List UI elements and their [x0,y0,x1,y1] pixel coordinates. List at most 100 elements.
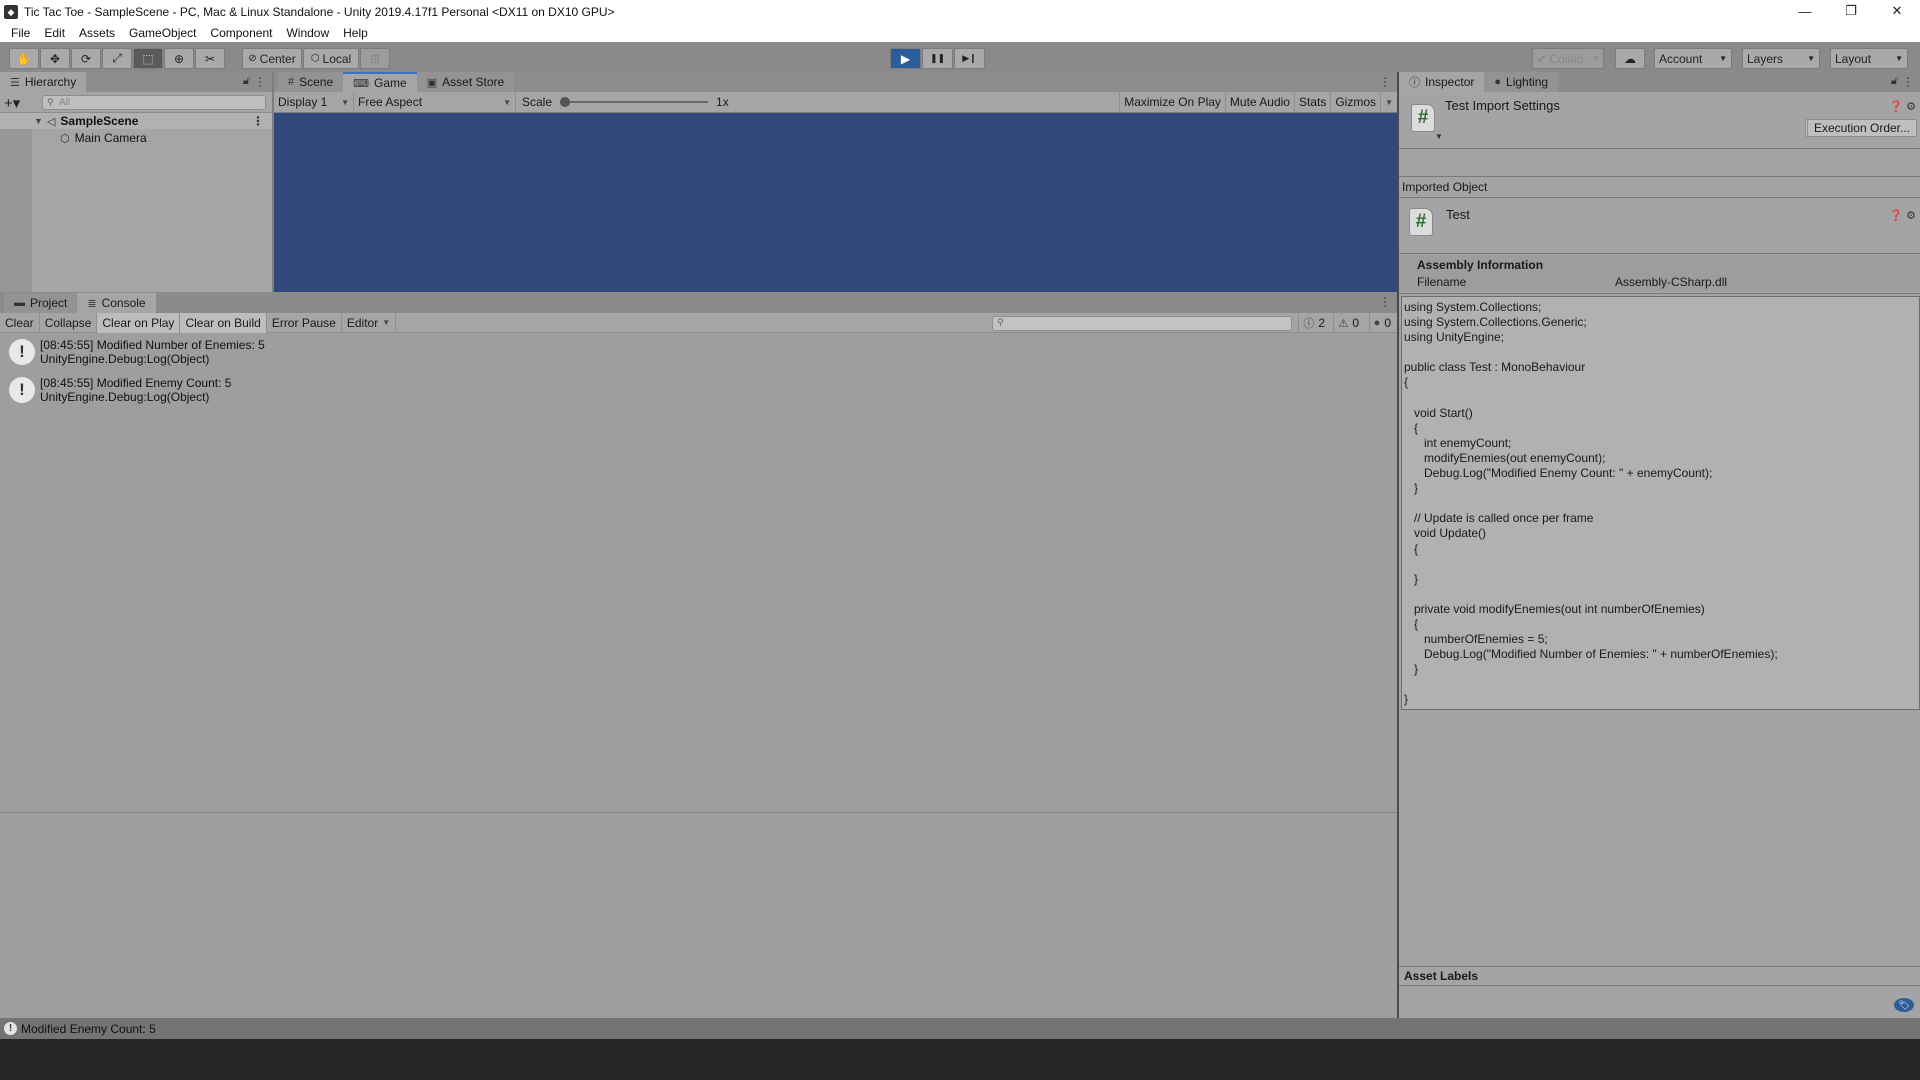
menu-help[interactable]: Help [336,26,375,40]
clear-on-build-toggle[interactable]: Clear on Build [180,312,267,333]
tab-console[interactable]: ≣ Console [77,293,156,313]
filename-value: Assembly-CSharp.dll [1615,275,1728,289]
chevron-down-icon: ▼ [503,97,511,107]
hierarchy-search-input[interactable]: ⚲ All [42,95,266,110]
status-bar[interactable]: ! Modified Enemy Count: 5 [0,1018,1920,1039]
cloud-button[interactable]: ☁ [1615,48,1645,69]
scale-tool-icon[interactable]: ⤢ [102,48,132,69]
kebab-menu-icon[interactable]: ⋮ [254,75,266,89]
transform-tool-icon[interactable]: ⊕ [164,48,194,69]
menu-window[interactable]: Window [279,26,336,40]
kebab-menu-icon[interactable]: ⋮ [252,114,264,128]
chevron-down-icon: ▼ [382,318,391,327]
hierarchy-panel: ☰ Hierarchy 🔓︎ ⋮ +▾ ⚲ All ▼ ◁ SampleScen… [0,72,272,292]
error-pause-toggle[interactable]: Error Pause [267,312,342,333]
warning-count-toggle[interactable]: ⚠ 0 [1333,313,1363,333]
info-message-icon: ! [4,1022,17,1035]
list-icon: ☰ [10,76,20,89]
console-panel: ▬ Project ≣ Console ⋮ Clear Collapse Cle… [0,292,1397,1018]
tab-lighting[interactable]: ● Lighting [1484,72,1559,92]
collapse-toggle[interactable]: Collapse [40,312,98,333]
mute-audio-toggle[interactable]: Mute Audio [1226,91,1295,113]
console-search-input[interactable]: ⚲ [992,316,1292,331]
pivot-icon: ⊘ [248,53,257,64]
menu-edit[interactable]: Edit [37,26,72,40]
tag-icon[interactable]: 🏷︎ [1894,998,1914,1012]
step-button[interactable]: ▶❙ [954,48,985,69]
display-dropdown[interactable]: Display 1 ▼ [274,91,354,113]
tab-project[interactable]: ▬ Project [4,293,78,313]
pause-button[interactable]: ❚❚ [922,48,953,69]
game-view-canvas[interactable] [274,113,1397,292]
custom-tool-icon[interactable]: ✂ [195,48,225,69]
log-entry[interactable]: ! [08:45:55] Modified Number of Enemies:… [0,333,1397,371]
lock-icon[interactable]: 🔓︎ [243,75,250,88]
lightbulb-icon: ● [1494,76,1502,88]
chevron-down-icon: ▼ [1895,54,1903,63]
console-detail-splitter[interactable] [0,812,1397,813]
tree-item-main-camera[interactable]: ⬡ Main Camera [0,130,272,146]
aspect-dropdown[interactable]: Free Aspect ▼ [354,91,516,113]
unity-scene-icon: ◁ [46,115,56,128]
hand-tool-icon[interactable]: ✋ [9,48,39,69]
chevron-down-icon: ▼ [1807,54,1815,63]
lock-icon[interactable]: 🔓︎ [1891,75,1898,88]
menu-gameobject[interactable]: GameObject [122,26,203,40]
slider-handle[interactable] [560,97,571,107]
info-icon: ⓘ [1409,77,1420,89]
snap-grid-icon[interactable]: ⊞ [360,48,390,69]
warning-icon: ⚠ [1338,317,1349,330]
tab-scene[interactable]: # Scene [278,72,344,92]
csharp-script-icon: # [1409,208,1433,236]
close-button[interactable]: ✕ [1874,0,1920,22]
clear-button[interactable]: Clear [0,312,40,333]
log-entry[interactable]: ! [08:45:55] Modified Enemy Count: 5 Uni… [0,371,1397,409]
play-button[interactable]: ▶ [890,48,921,69]
tab-inspector[interactable]: ⓘ Inspector [1399,72,1485,92]
clear-on-play-toggle[interactable]: Clear on Play [97,312,181,333]
kebab-menu-icon[interactable]: ⋮ [1379,75,1391,89]
layout-dropdown[interactable]: Layout ▼ [1830,48,1908,69]
menu-file[interactable]: File [4,26,37,40]
stats-toggle[interactable]: Stats [1295,91,1332,113]
expand-arrow-icon[interactable]: ▼ [34,116,43,126]
restore-button[interactable]: ❐ [1828,0,1874,22]
assembly-information-section: Assembly Information Filename Assembly-C… [1399,255,1920,291]
chevron-down-icon[interactable]: ▼ [1435,132,1443,141]
tab-asset-store[interactable]: ▣ Asset Store [416,72,515,92]
info-message-icon: ! [9,377,35,403]
editor-dropdown[interactable]: Editor ▼ [342,312,397,333]
taskbar-area [0,1039,1920,1080]
account-dropdown[interactable]: Account ▼ [1654,48,1732,69]
error-count-toggle[interactable]: ● 0 [1368,313,1395,333]
pivot-local-button[interactable]: ⬡ Local [303,48,359,69]
kebab-menu-icon[interactable]: ⋮ [1379,295,1391,309]
imported-object-label: Imported Object [1402,180,1488,194]
gizmos-toggle[interactable]: Gizmos [1331,91,1381,113]
tree-item-scene[interactable]: ▼ ◁ SampleScene ⋮ [0,113,272,129]
shopping-bag-icon: ▣ [426,76,438,89]
layers-dropdown[interactable]: Layers ▼ [1742,48,1820,69]
kebab-menu-icon[interactable]: ⋮ [1902,75,1914,89]
window-title-bar: ◆ Tic Tac Toe - SampleScene - PC, Mac & … [0,0,1920,24]
menu-component[interactable]: Component [203,26,279,40]
gizmos-dropdown[interactable]: ▼ [1381,92,1397,113]
tab-game[interactable]: ⌨ Game [343,72,417,92]
execution-order-button[interactable]: Execution Order... [1806,119,1917,137]
local-cube-icon: ⬡ [310,53,320,64]
rect-tool-icon[interactable]: ⬚ [133,48,163,69]
maximize-on-play-toggle[interactable]: Maximize On Play [1119,91,1226,113]
help-settings-icons[interactable]: ❓ ⚙ [1889,209,1916,222]
move-tool-icon[interactable]: ✥ [40,48,70,69]
pivot-center-button[interactable]: ⊘ Center [242,48,302,69]
menu-assets[interactable]: Assets [72,26,122,40]
tab-hierarchy[interactable]: ☰ Hierarchy [0,72,87,92]
info-count-toggle[interactable]: ⓘ 2 [1298,313,1329,333]
scale-control: Scale 1x [522,95,729,109]
collab-button[interactable]: ✔ Collab ▼ [1532,48,1604,69]
add-object-button[interactable]: +▾ [4,94,20,112]
minimize-button[interactable]: — [1782,0,1828,22]
help-settings-icons[interactable]: ❓ ⚙ [1889,100,1916,113]
scale-slider[interactable] [560,97,709,107]
rotate-tool-icon[interactable]: ⟳ [71,48,101,69]
